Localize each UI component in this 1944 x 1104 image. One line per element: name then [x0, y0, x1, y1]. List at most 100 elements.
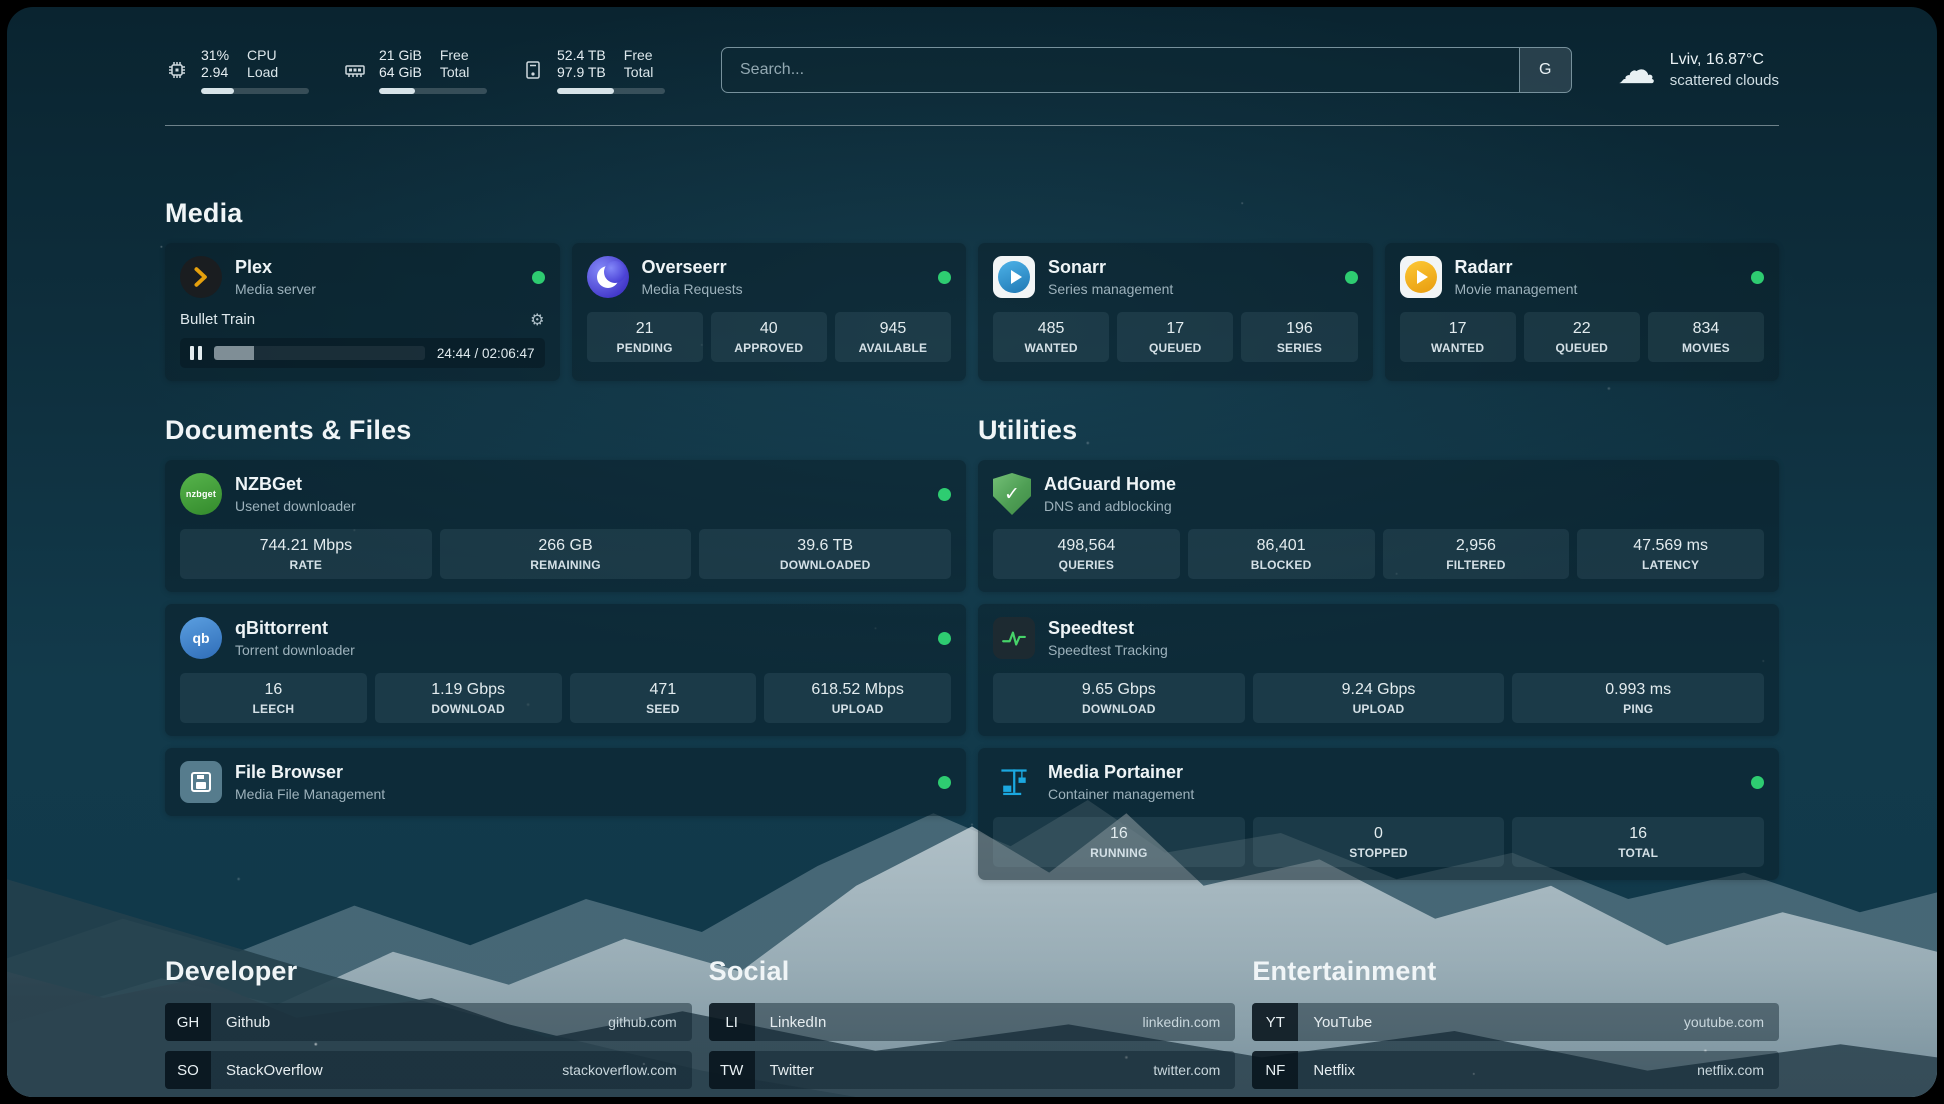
bookmark-twitter[interactable]: TW Twitter twitter.com — [709, 1051, 1236, 1089]
overseerr-available-stat: 945 AVAILABLE — [835, 312, 951, 362]
now-playing-title: Bullet Train — [180, 311, 530, 328]
service-name: Speedtest — [1048, 618, 1764, 640]
service-card-adguard[interactable]: ✓ AdGuard Home DNS and adblocking 498,56… — [978, 460, 1779, 592]
bookmark-stackoverflow[interactable]: SO StackOverflow stackoverflow.com — [165, 1051, 692, 1089]
bookmark-abbr: LI — [709, 1003, 755, 1041]
cpu-icon — [165, 58, 189, 82]
service-desc: Media server — [235, 281, 519, 297]
cpu-loadavg: 2.94 — [201, 64, 229, 82]
adguard-latency-stat: 47.569 ms LATENCY — [1577, 529, 1764, 579]
disk-icon — [521, 58, 545, 82]
bookmark-name: Twitter — [755, 1051, 1154, 1089]
service-name: qBittorrent — [235, 618, 925, 640]
service-card-sonarr[interactable]: Sonarr Series management 485 WANTED 17 Q… — [978, 243, 1373, 381]
plex-icon — [180, 256, 222, 298]
service-name: Sonarr — [1048, 257, 1332, 279]
section-documents-heading: Documents & Files — [165, 415, 966, 446]
sonarr-wanted-stat: 485 WANTED — [993, 312, 1109, 362]
section-utilities-heading: Utilities — [978, 415, 1779, 446]
service-card-portainer[interactable]: Media Portainer Container management 16 … — [978, 748, 1779, 880]
service-desc: DNS and adblocking — [1044, 498, 1764, 514]
bookmark-linkedin[interactable]: LI LinkedIn linkedin.com — [709, 1003, 1236, 1041]
radarr-wanted-stat: 17 WANTED — [1400, 312, 1516, 362]
bookmark-abbr: YT — [1252, 1003, 1298, 1041]
service-name: Radarr — [1455, 257, 1739, 279]
sonarr-series-stat: 196 SERIES — [1241, 312, 1357, 362]
speedtest-icon — [993, 617, 1035, 659]
section-entertainment-heading: Entertainment — [1252, 956, 1779, 987]
status-dot — [1345, 271, 1358, 284]
search-provider-button[interactable]: G — [1519, 48, 1571, 92]
speedtest-ping-stat: 0.993 ms PING — [1512, 673, 1764, 723]
service-name: Overseerr — [642, 257, 926, 279]
nzbget-downloaded-stat: 39.6 TB DOWNLOADED — [699, 529, 951, 579]
bookmark-name: YouTube — [1298, 1003, 1684, 1041]
search-bar: G — [721, 47, 1572, 93]
bookmark-domain: netflix.com — [1697, 1051, 1779, 1089]
service-desc: Series management — [1048, 281, 1332, 297]
service-card-overseerr[interactable]: Overseerr Media Requests 21 PENDING 40 A… — [572, 243, 967, 381]
filebrowser-icon — [180, 761, 222, 803]
service-card-nzbget[interactable]: nzbget NZBGet Usenet downloader 744.21 M… — [165, 460, 966, 592]
disk-usage-bar — [557, 88, 665, 94]
window: 31% 2.94 CPU Load — [0, 0, 1944, 1104]
cpu-widget: 31% 2.94 CPU Load — [165, 47, 309, 94]
radarr-movies-stat: 834 MOVIES — [1648, 312, 1764, 362]
memory-widget: 21 GiB 64 GiB Free Total — [343, 47, 487, 94]
portainer-stopped-stat: 0 STOPPED — [1253, 817, 1505, 867]
bookmark-github[interactable]: GH Github github.com — [165, 1003, 692, 1041]
bookmark-name: LinkedIn — [755, 1003, 1143, 1041]
bookmark-netflix[interactable]: NF Netflix netflix.com — [1252, 1051, 1779, 1089]
weather-condition: scattered clouds — [1670, 71, 1779, 91]
cloud-icon: ☁ — [1618, 51, 1656, 89]
sonarr-icon — [993, 256, 1035, 298]
service-card-qbittorrent[interactable]: qb qBittorrent Torrent downloader 16 LEE… — [165, 604, 966, 736]
radarr-icon — [1400, 256, 1442, 298]
bookmark-abbr: SO — [165, 1051, 211, 1089]
progress-track — [214, 346, 425, 360]
adguard-blocked-stat: 86,401 BLOCKED — [1188, 529, 1375, 579]
pause-icon — [190, 346, 202, 360]
service-desc: Movie management — [1455, 281, 1739, 297]
section-developer-heading: Developer — [165, 956, 692, 987]
adguard-filtered-stat: 2,956 FILTERED — [1383, 529, 1570, 579]
bookmark-name: StackOverflow — [211, 1051, 562, 1089]
service-card-plex[interactable]: Plex Media server Bullet Train ⚙ 24:44 /… — [165, 243, 560, 381]
disk-label-2: Total — [624, 64, 654, 82]
status-dot — [938, 632, 951, 645]
service-card-radarr[interactable]: Radarr Movie management 17 WANTED 22 QUE… — [1385, 243, 1780, 381]
bookmark-abbr: TW — [709, 1051, 755, 1089]
media-card-row: Plex Media server Bullet Train ⚙ 24:44 /… — [165, 243, 1779, 381]
system-metrics: 31% 2.94 CPU Load — [165, 47, 665, 94]
speedtest-download-stat: 9.65 Gbps DOWNLOAD — [993, 673, 1245, 723]
status-dot — [532, 271, 545, 284]
overseerr-approved-stat: 40 APPROVED — [711, 312, 827, 362]
weather-location: Lviv, 16.87°C — [1670, 49, 1779, 71]
cpu-label-1: CPU — [247, 47, 278, 65]
cpu-usage-bar — [201, 88, 309, 94]
bookmark-name: Github — [211, 1003, 608, 1041]
search-input[interactable] — [722, 48, 1519, 92]
bookmark-domain: stackoverflow.com — [562, 1051, 691, 1089]
social-bookmarks: Social LI LinkedIn linkedin.com TW Twitt… — [709, 956, 1236, 1097]
bookmark-youtube[interactable]: YT YouTube youtube.com — [1252, 1003, 1779, 1041]
status-dot — [938, 488, 951, 501]
bookmark-domain: linkedin.com — [1143, 1003, 1236, 1041]
now-playing-progress: 24:44 / 02:06:47 — [180, 338, 545, 368]
bookmark-name: Netflix — [1298, 1051, 1697, 1089]
gear-icon[interactable]: ⚙ — [530, 310, 544, 329]
nzbget-icon: nzbget — [180, 473, 222, 515]
portainer-total-stat: 16 TOTAL — [1512, 817, 1764, 867]
memory-total: 64 GiB — [379, 64, 422, 82]
developer-bookmarks: Developer GH Github github.com SO StackO… — [165, 956, 692, 1097]
bookmark-abbr: NF — [1252, 1051, 1298, 1089]
service-card-filebrowser[interactable]: File Browser Media File Management — [165, 748, 966, 816]
disk-widget: 52.4 TB 97.9 TB Free Total — [521, 47, 665, 94]
memory-label-1: Free — [440, 47, 470, 65]
status-dot — [1751, 271, 1764, 284]
portainer-running-stat: 16 RUNNING — [993, 817, 1245, 867]
service-desc: Container management — [1048, 786, 1738, 802]
entertainment-bookmarks: Entertainment YT YouTube youtube.com NF … — [1252, 956, 1779, 1097]
service-card-speedtest[interactable]: Speedtest Speedtest Tracking 9.65 Gbps D… — [978, 604, 1779, 736]
header-divider — [165, 125, 1779, 126]
